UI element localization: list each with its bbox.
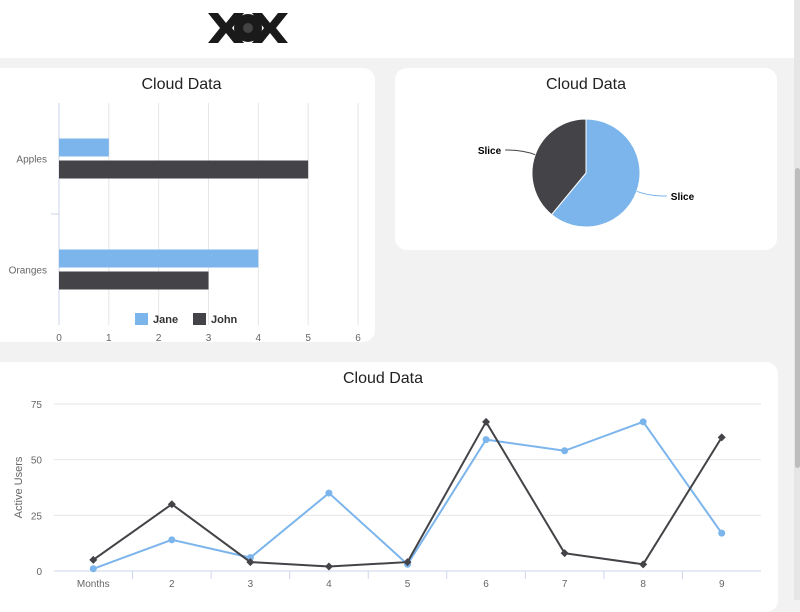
series-line-1 bbox=[92, 420, 723, 570]
x-tick-label: 6 bbox=[483, 579, 489, 590]
series-1-point bbox=[482, 436, 490, 444]
y-tick-label: 75 bbox=[31, 400, 43, 411]
top-bar bbox=[0, 0, 794, 58]
pie-chart: Slice Slice bbox=[478, 118, 695, 228]
line-chart-card: Cloud Data 0 25 50 75 Months 2 3 4 5 6 7 8 9 Active U… bbox=[0, 362, 778, 612]
bar-john-apples bbox=[59, 160, 309, 179]
bar-john-oranges bbox=[59, 271, 209, 290]
legend-swatch-jane bbox=[135, 313, 148, 325]
series-1-point bbox=[89, 565, 97, 573]
bar-chart: 0123456ApplesOrangesFruit eatenJaneJohn bbox=[9, 103, 361, 342]
y-tick-label: 50 bbox=[31, 456, 43, 467]
line-chart: 0 25 50 75 Months 2 3 4 5 6 7 8 9 Active Users bbox=[13, 400, 761, 590]
bar-chart-card: Cloud Data 0123456ApplesOrangesFruit eat… bbox=[0, 68, 375, 342]
pie-chart-card: Cloud Data Slice Slice bbox=[395, 68, 777, 250]
x-tick-label: 5 bbox=[405, 579, 411, 590]
legend-swatch-john bbox=[193, 313, 206, 325]
pie-connector bbox=[505, 149, 536, 156]
x-tick-label: 3 bbox=[248, 579, 254, 590]
series-2-point bbox=[324, 562, 333, 571]
y-tick-label: 25 bbox=[31, 511, 43, 522]
bar-jane-oranges bbox=[59, 249, 259, 268]
y-category-label: Apples bbox=[16, 155, 47, 166]
x-tick-label: 2 bbox=[156, 333, 162, 342]
legend-label-jane: Jane bbox=[153, 314, 178, 326]
series-1-point bbox=[168, 536, 176, 544]
x-tick-label: 4 bbox=[256, 333, 262, 342]
x-tick-label: 0 bbox=[56, 333, 62, 342]
series-line-2 bbox=[92, 419, 723, 568]
pie-connector bbox=[636, 190, 667, 197]
x-tick-label: 3 bbox=[206, 333, 212, 342]
x-tick-label: 1 bbox=[106, 333, 112, 342]
x-tick-label: Months bbox=[77, 579, 110, 590]
x-tick-label: 6 bbox=[355, 333, 361, 342]
series-1-point bbox=[639, 418, 647, 426]
pie-slice-label: Slice bbox=[478, 146, 502, 157]
x-tick-label: 4 bbox=[326, 579, 332, 590]
scrollbar-thumb[interactable] bbox=[795, 168, 800, 468]
x-tick-label: 5 bbox=[305, 333, 311, 342]
legend-label-john: John bbox=[211, 314, 238, 326]
series-1-point bbox=[325, 489, 333, 497]
x-tick-label: 2 bbox=[169, 579, 175, 590]
logo-icon bbox=[208, 13, 288, 43]
pie-slice-label: Slice bbox=[671, 192, 695, 203]
y-axis-title: Active Users bbox=[13, 456, 25, 518]
x-tick-label: 7 bbox=[562, 579, 568, 590]
y-tick-label: 0 bbox=[36, 567, 42, 578]
series-1-point bbox=[561, 447, 569, 455]
x-tick-label: 8 bbox=[640, 579, 646, 590]
y-category-label: Oranges bbox=[9, 266, 47, 277]
bar-jane-apples bbox=[59, 138, 109, 157]
x-tick-label: 9 bbox=[719, 579, 725, 590]
series-1-point bbox=[718, 529, 726, 537]
